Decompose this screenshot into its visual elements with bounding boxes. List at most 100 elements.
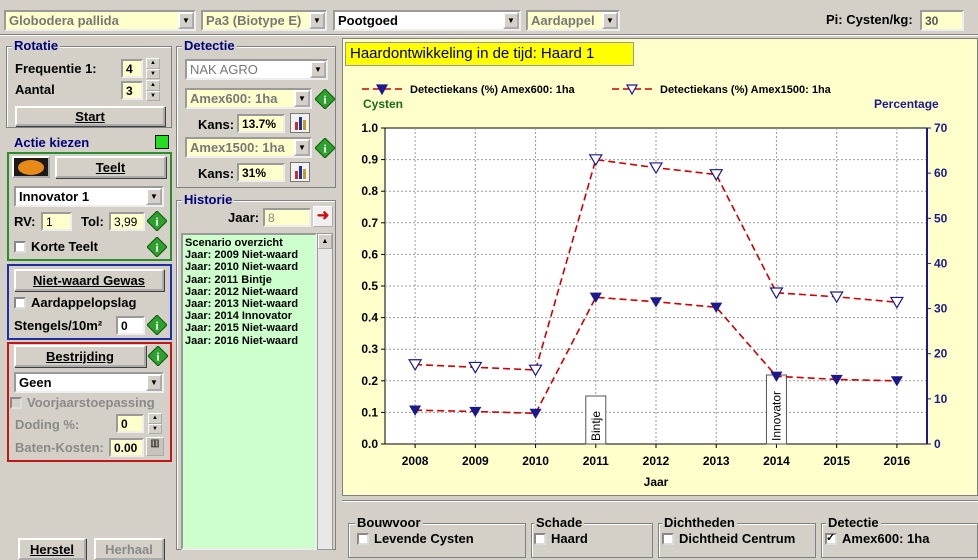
chevron-down-icon[interactable]: ▼ — [294, 90, 310, 107]
aantal-label: Aantal — [15, 82, 55, 97]
herstel-button[interactable]: Herstel — [18, 538, 86, 560]
variety-select[interactable]: Innovator 1 ▼ — [14, 186, 164, 207]
crop-type-select[interactable]: Pootgoed ▼ — [333, 10, 521, 31]
chevron-down-icon[interactable]: ▼ — [602, 12, 618, 29]
chevron-down-icon[interactable]: ▼ — [309, 12, 325, 29]
stengels-input[interactable]: 0 — [116, 316, 145, 335]
right-tick-label: 30 — [934, 302, 948, 316]
tol-input[interactable]: 3,99 — [109, 212, 145, 231]
list-item[interactable]: Jaar: 2013 Niet-waard — [185, 298, 313, 310]
x-tick-label: 2015 — [823, 454, 850, 468]
x-tick-label: 2009 — [462, 454, 489, 468]
frequentie-spinner[interactable]: ▲ ▼ — [146, 58, 160, 79]
stengels-label: Stengels/10m² — [14, 318, 103, 333]
teelt-label: Teelt — [95, 159, 126, 175]
dichtheid-centrum-checkbox[interactable] — [662, 533, 674, 545]
schade-title: Schade — [534, 515, 585, 530]
y-axis-title-right: Percentage — [874, 97, 939, 111]
jaar-label: Jaar: — [228, 210, 260, 225]
chevron-down-icon[interactable]: ▼ — [310, 61, 326, 78]
historie-scrollbar[interactable]: ▲ — [317, 233, 333, 550]
actie-title: Actie kiezen — [12, 135, 92, 150]
bouwvoor-title: Bouwvoor — [355, 515, 423, 530]
dichtheid-centrum-label: Dichtheid Centrum — [679, 531, 796, 546]
doding-spinner[interactable]: ▲ ▼ — [148, 413, 162, 434]
baten-input[interactable]: 0.00 — [109, 438, 144, 457]
doding-input[interactable]: 0 — [116, 414, 144, 433]
info-icon[interactable]: i — [147, 211, 167, 231]
right-tick-label: 50 — [934, 211, 948, 225]
korte-teelt-checkbox[interactable] — [14, 241, 26, 253]
pi-label: Pi: Cysten/kg: — [826, 12, 913, 27]
calculator-icon[interactable]: ▥ — [146, 437, 164, 456]
levende-cysten-checkbox[interactable] — [357, 533, 369, 545]
list-item[interactable]: Jaar: 2010 Niet-waard — [185, 261, 313, 273]
info-icon[interactable]: i — [147, 237, 167, 257]
detectie-bottom-title: Detectie — [826, 515, 881, 530]
list-item[interactable]: Jaar: 2012 Niet-waard — [185, 286, 313, 298]
scroll-up-icon[interactable]: ▲ — [318, 234, 332, 249]
info-icon[interactable]: i — [315, 89, 335, 109]
jaar-input[interactable]: 8 — [263, 208, 311, 227]
pathotype-select[interactable]: Pa3 (Biotype E) ▼ — [201, 10, 327, 31]
rv-input[interactable]: 1 — [41, 212, 72, 231]
frequentie-input[interactable]: 4 — [121, 59, 143, 78]
bestrijding-button[interactable]: Bestrijding — [14, 345, 146, 367]
list-item[interactable]: Jaar: 2016 Niet-waard — [185, 335, 313, 347]
kans2-label: Kans: — [198, 166, 235, 181]
right-tick-label: 20 — [934, 347, 948, 361]
list-item[interactable]: Jaar: 2009 Niet-waard — [185, 249, 313, 261]
organism-select[interactable]: Globodera pallida ▼ — [4, 10, 196, 31]
pi-input[interactable]: 30 — [920, 10, 964, 31]
bestrijding-select[interactable]: Geen ▼ — [14, 372, 164, 393]
legend-label: Detectiekans (%) Amex600: 1ha — [410, 84, 576, 96]
x-tick-label: 2013 — [703, 454, 730, 468]
right-tick-label: 60 — [934, 166, 948, 180]
aantal-input[interactable]: 3 — [121, 81, 143, 100]
list-item[interactable]: Jaar: 2015 Niet-waard — [185, 322, 313, 334]
info-icon[interactable]: i — [315, 138, 335, 158]
info-icon[interactable]: i — [147, 315, 167, 335]
bar-chart-icon[interactable] — [290, 162, 310, 182]
haard-checkbox[interactable] — [534, 533, 546, 545]
tol-label: Tol: — [81, 214, 104, 229]
left-tick-label: 0.5 — [361, 279, 378, 293]
y-axis-title-left: Cysten — [363, 97, 403, 111]
lab-select[interactable]: NAK AGRO ▼ — [185, 59, 328, 80]
left-tick-label: 0.8 — [361, 184, 378, 198]
list-item[interactable]: Jaar: 2011 Bintje — [185, 274, 313, 286]
crop-type-value: Pootgoed — [338, 13, 398, 28]
list-item[interactable]: Jaar: 2014 Innovator — [185, 310, 313, 322]
left-tick-label: 0.1 — [361, 405, 378, 419]
left-tick-label: 0.0 — [361, 437, 378, 451]
x-tick-label: 2010 — [522, 454, 549, 468]
chevron-down-icon[interactable]: ▼ — [178, 12, 194, 29]
method1-select[interactable]: Amex600: 1ha ▼ — [185, 88, 312, 109]
herhaal-label: Herhaal — [105, 541, 153, 557]
chevron-down-icon[interactable]: ▼ — [146, 188, 162, 205]
bar-chart-icon[interactable] — [290, 113, 310, 133]
start-button[interactable]: Start — [15, 106, 165, 126]
aantal-spinner[interactable]: ▲ ▼ — [146, 80, 160, 101]
bestrijding-value: Geen — [19, 375, 52, 390]
voorjaar-checkbox[interactable] — [10, 397, 22, 409]
historie-list[interactable]: Scenario overzicht Jaar: 2009 Niet-waard… — [181, 233, 317, 550]
list-item[interactable]: Scenario overzicht — [185, 237, 313, 249]
teelt-button[interactable]: Teelt — [55, 156, 166, 178]
herhaal-button[interactable]: Herhaal — [94, 538, 164, 560]
annotation-label: Bintje — [589, 411, 603, 441]
left-tick-label: 0.7 — [361, 216, 378, 230]
niet-waard-button[interactable]: Niet-waard Gewas — [14, 269, 164, 291]
arrow-right-icon[interactable]: ➜ — [313, 206, 333, 227]
amex600-checkbox[interactable] — [825, 531, 837, 545]
chevron-down-icon[interactable]: ▼ — [294, 139, 310, 156]
crop-select[interactable]: Aardappel ▼ — [526, 10, 620, 31]
annotation-label: Innovator — [769, 391, 783, 441]
aardappelopslag-checkbox[interactable] — [14, 297, 26, 309]
chevron-down-icon[interactable]: ▼ — [503, 12, 519, 29]
method2-select[interactable]: Amex1500: 1ha ▼ — [185, 137, 312, 158]
info-icon[interactable]: i — [148, 346, 168, 366]
kans1-value: 13.7% — [237, 114, 285, 133]
chevron-down-icon[interactable]: ▼ — [146, 374, 162, 391]
dichtheden-title: Dichtheden — [662, 515, 737, 530]
